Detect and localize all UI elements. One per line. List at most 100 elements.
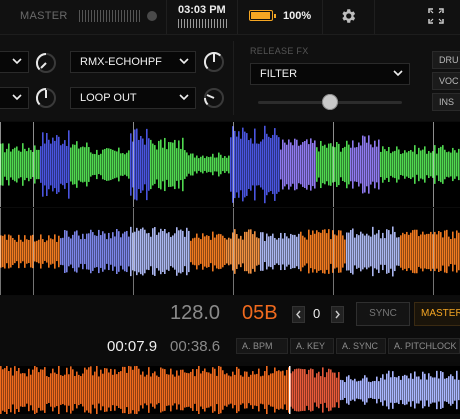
waveform-sample — [220, 234, 222, 269]
key-up-button[interactable] — [331, 306, 344, 323]
fx-select-effect-top[interactable]: RMX-ECHOHPF — [70, 51, 196, 73]
waveform-sample — [352, 380, 354, 400]
waveform-sample — [384, 238, 386, 265]
beat-grid-line — [233, 366, 234, 414]
waveform-sample — [10, 235, 12, 268]
waveform-sample — [386, 151, 388, 178]
waveform-sample — [452, 147, 454, 182]
waveform-sample — [334, 372, 336, 408]
release-fx-slider-thumb[interactable] — [322, 94, 338, 110]
waveform-sample — [178, 140, 180, 189]
fx-select-effect-bottom[interactable]: LOOP OUT — [70, 87, 196, 109]
track-overview[interactable] — [0, 365, 460, 415]
fx-effect-bottom-label: LOOP OUT — [80, 92, 137, 104]
waveform-sample — [12, 238, 14, 265]
waveform-sample — [236, 366, 238, 414]
master-button[interactable]: MASTER — [414, 302, 460, 326]
waveform-sample — [302, 235, 304, 268]
waveform-sample — [2, 143, 4, 186]
sync-button[interactable]: SYNC — [356, 302, 410, 326]
fx-button-voc[interactable]: VOC — [432, 72, 460, 90]
waveform-sample — [204, 158, 206, 171]
waveform-sample — [18, 234, 20, 269]
waveform-sample — [24, 235, 26, 268]
waveform-sample — [266, 365, 268, 415]
waveform-sample — [26, 239, 28, 264]
waveform-sample — [416, 229, 418, 274]
waveform-sample — [146, 233, 148, 270]
waveform-sample — [414, 145, 416, 184]
auto-pitchlock-button[interactable]: A. PITCHLOCK — [388, 338, 460, 354]
beat-grid-line — [133, 208, 134, 295]
waveform-sample — [452, 376, 454, 404]
waveform-sample — [264, 125, 266, 204]
waveform-sample — [138, 139, 140, 190]
waveform-sample — [334, 234, 336, 269]
waveform-sample — [282, 370, 284, 410]
fx-effect-top-label: RMX-ECHOHPF — [80, 56, 162, 68]
waveform-sample — [424, 373, 426, 407]
waveform-sample — [394, 150, 396, 179]
waveform-sample — [336, 377, 338, 403]
fx-knob-effect-top[interactable] — [203, 51, 225, 73]
waveform-sample — [384, 379, 386, 401]
waveform-sample — [356, 381, 358, 399]
waveform-deck-top[interactable] — [0, 122, 460, 207]
waveform-sample — [60, 238, 62, 265]
waveform-sample — [356, 234, 358, 269]
waveform-sample — [370, 382, 372, 398]
waveform-sample — [434, 145, 436, 184]
waveform-sample — [262, 232, 264, 271]
waveform-sample — [344, 146, 346, 183]
waveform-sample — [258, 143, 260, 186]
waveform-sample — [10, 151, 12, 178]
waveform-sample — [368, 135, 370, 194]
waveform-sample — [420, 150, 422, 179]
fx-knob-effect-bottom[interactable] — [203, 87, 225, 109]
waveform-sample — [268, 375, 270, 405]
remaining-time: 00:38.6 — [170, 338, 221, 355]
fx-knob-left-bottom[interactable] — [35, 87, 57, 109]
waveform-sample — [76, 230, 78, 273]
waveform-sample — [254, 374, 256, 406]
waveform-sample — [436, 153, 438, 176]
waveform-sample — [158, 376, 160, 404]
waveform-sample — [368, 381, 370, 399]
waveform-sample — [314, 140, 316, 189]
waveform-sample — [248, 229, 250, 274]
fx-select-left-bottom[interactable] — [0, 87, 29, 109]
beat-grid-line — [33, 366, 34, 414]
waveform-deck-bottom[interactable] — [0, 208, 460, 295]
waveform-sample — [440, 371, 442, 409]
auto-bpm-button[interactable]: A. BPM — [236, 338, 288, 354]
waveform-sample — [44, 367, 46, 413]
fx-button-ins[interactable]: INS — [432, 93, 460, 111]
waveform-sample — [134, 129, 136, 200]
fx-button-dru[interactable]: DRU — [432, 51, 460, 69]
clock: 03:03 PM — [178, 4, 226, 16]
key-down-button[interactable] — [292, 306, 305, 323]
release-fx-select[interactable]: FILTER — [250, 63, 410, 85]
waveform-sample — [280, 371, 282, 409]
waveform-sample — [352, 228, 354, 275]
waveform-sample — [408, 151, 410, 178]
waveform-sample — [336, 235, 338, 268]
master-indicator — [147, 11, 157, 21]
waveform-sample — [92, 153, 94, 176]
waveform-sample — [116, 374, 118, 406]
fullscreen-icon[interactable] — [428, 8, 444, 24]
waveform-sample — [8, 234, 10, 269]
fx-knob-left-top[interactable] — [35, 52, 57, 74]
waveform-sample — [70, 147, 72, 182]
auto-sync-button[interactable]: A. SYNC — [336, 338, 386, 354]
waveform-sample — [100, 235, 102, 268]
waveform-sample — [56, 135, 58, 194]
waveform-sample — [346, 232, 348, 271]
gear-icon[interactable] — [339, 7, 357, 25]
waveform-sample — [412, 378, 414, 402]
master-button-label: MASTER — [421, 308, 460, 319]
waveform-sample — [330, 143, 332, 186]
auto-key-button[interactable]: A. KEY — [290, 338, 334, 354]
fx-select-left-top[interactable] — [0, 51, 29, 73]
waveform-sample — [440, 146, 442, 183]
